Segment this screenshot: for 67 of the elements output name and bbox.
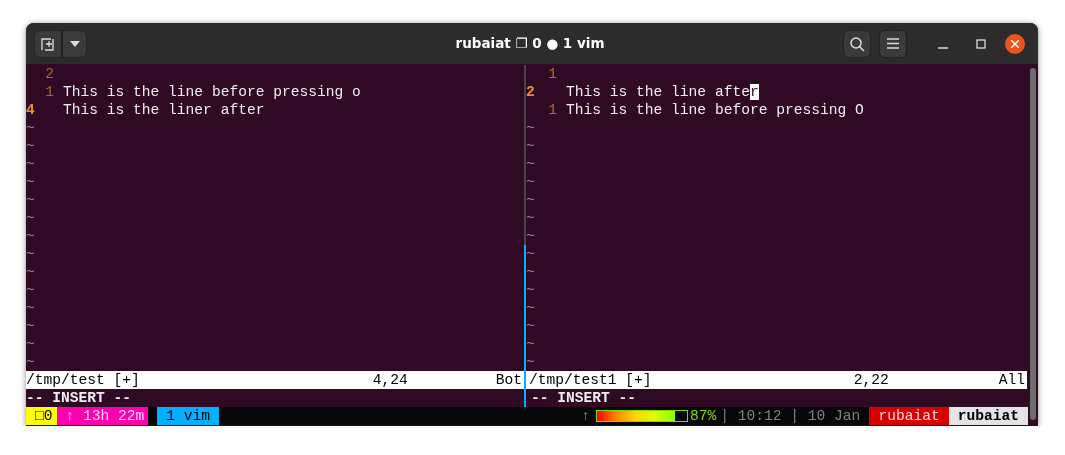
tilde-marker: ~ — [526, 282, 535, 298]
tilde-marker: ~ — [526, 336, 535, 352]
code-line: This is the line before pressing O — [566, 101, 864, 119]
uptime-label: ↑ 13h 22m — [56, 407, 149, 425]
scroll-position: All — [998, 371, 1025, 389]
line-number: 1 — [547, 101, 558, 119]
clock-date: | 10:12 | 10 Jan — [720, 407, 861, 425]
tilde-marker: ~ — [26, 282, 35, 298]
code-line: This is the line after — [566, 83, 759, 101]
tilde-marker: ~ — [26, 174, 35, 190]
tilde-marker: ~ — [526, 264, 535, 280]
file-name: /tmp/test [+] — [26, 371, 140, 389]
cursor-position: 4,24 — [372, 371, 408, 389]
line-number: 2 — [44, 65, 55, 83]
tilde-marker: ~ — [26, 138, 35, 154]
tilde-marker: ~ — [26, 228, 35, 244]
tilde-marker: ~ — [526, 156, 535, 172]
user-label: rubaiat — [869, 407, 949, 425]
tilde-marker: ~ — [526, 138, 535, 154]
battery-percentage: 87% — [689, 407, 717, 425]
tilde-marker: ~ — [26, 336, 35, 352]
current-line-number: 2 — [526, 83, 536, 101]
tilde-marker: ~ — [26, 300, 35, 316]
line-number: 1 — [547, 65, 558, 83]
tilde-marker: ~ — [26, 120, 35, 136]
scroll-position: Bot — [495, 371, 522, 389]
menu-icon — [887, 38, 899, 49]
menu-button[interactable] — [879, 29, 907, 58]
search-icon — [849, 35, 865, 52]
tilde-marker: ~ — [526, 120, 535, 136]
mode-indicator: -- INSERT -- — [26, 390, 132, 406]
upload-arrow: ↑ — [581, 407, 590, 425]
tilde-marker: ~ — [526, 354, 535, 370]
new-tab-button[interactable] — [34, 29, 62, 58]
cursor-position: 2,22 — [853, 371, 889, 389]
close-button[interactable] — [1005, 33, 1025, 54]
close-icon — [1011, 39, 1019, 48]
tilde-marker: ~ — [526, 318, 535, 334]
tilde-marker: ~ — [26, 246, 35, 262]
tilde-marker: ~ — [526, 246, 535, 262]
tilde-marker: ~ — [26, 156, 35, 172]
mode-indicator: -- INSERT -- — [531, 390, 637, 406]
host-label: rubaiat — [948, 407, 1028, 425]
window-tab[interactable]: 1 vim — [157, 407, 220, 425]
current-line-number: 4 — [26, 101, 36, 119]
tilde-marker: ~ — [26, 264, 35, 280]
code-line: This is the line before pressing o — [63, 83, 361, 101]
tilde-marker: ~ — [26, 210, 35, 226]
new-tab-icon — [41, 36, 55, 51]
session-label: □0 — [26, 407, 57, 425]
minimize-icon — [938, 46, 948, 49]
tilde-marker: ~ — [26, 354, 35, 370]
line-number: 1 — [44, 83, 55, 101]
code-line: This is the liner after — [63, 101, 265, 119]
caret-icon — [69, 40, 80, 47]
window-title: rubaiat ❐ 0 ● 1 vim — [454, 34, 606, 54]
dropdown-button[interactable] — [62, 29, 87, 58]
tilde-marker: ~ — [26, 192, 35, 208]
tilde-marker: ~ — [526, 192, 535, 208]
tilde-marker: ~ — [526, 210, 535, 226]
file-name: /tmp/test1 [+] — [529, 371, 652, 389]
tilde-marker: ~ — [526, 228, 535, 244]
tilde-marker: ~ — [26, 318, 35, 334]
search-button[interactable] — [843, 29, 871, 58]
tilde-marker: ~ — [526, 300, 535, 316]
tilde-marker: ~ — [526, 174, 535, 190]
maximize-icon — [976, 38, 986, 49]
